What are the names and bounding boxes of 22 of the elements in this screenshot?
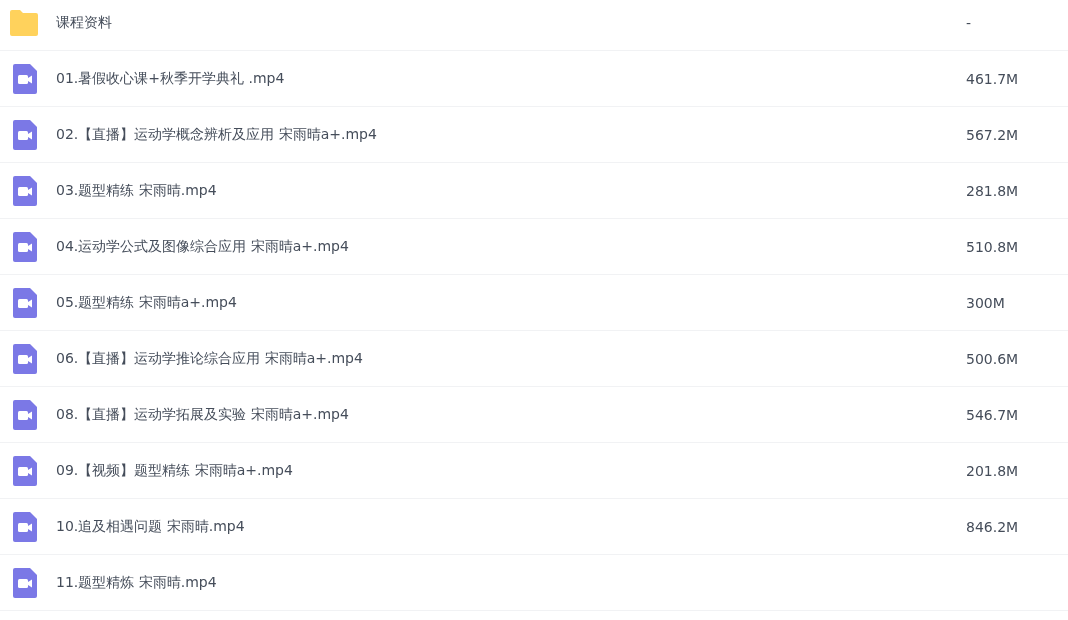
file-name[interactable]: 02.【直播】运动学概念辨析及应用 宋雨晴a+.mp4 — [56, 125, 966, 144]
file-size: 500.6M — [966, 350, 1020, 367]
file-name[interactable]: 10.追及相遇问题 宋雨晴.mp4 — [56, 517, 966, 536]
file-name[interactable]: 04.运动学公式及图像综合应用 宋雨晴a+.mp4 — [56, 237, 966, 256]
file-name[interactable]: 08.【直播】运动学拓展及实验 宋雨晴a+.mp4 — [56, 405, 966, 424]
file-name[interactable]: 课程资料 — [56, 13, 966, 32]
file-size: 846.2M — [966, 518, 1020, 535]
file-size: - — [966, 14, 973, 31]
file-size: 201.8M — [966, 462, 1020, 479]
file-size: 300M — [966, 294, 1006, 311]
folder-icon — [8, 8, 40, 37]
file-size: 510.8M — [966, 238, 1020, 255]
file-name[interactable]: 11.题型精炼 宋雨晴.mp4 — [56, 573, 1068, 592]
file-size: 461.7M — [966, 70, 1020, 87]
file-size: 546.7M — [966, 406, 1020, 423]
file-name[interactable]: 05.题型精练 宋雨晴a+.mp4 — [56, 293, 966, 312]
file-name[interactable]: 06.【直播】运动学推论综合应用 宋雨晴a+.mp4 — [56, 349, 966, 368]
file-name[interactable]: 09.【视频】题型精练 宋雨晴a+.mp4 — [56, 461, 966, 480]
file-size: 281.8M — [966, 182, 1020, 199]
file-size: 567.2M — [966, 126, 1020, 143]
file-name[interactable]: 03.题型精练 宋雨晴.mp4 — [56, 181, 966, 200]
file-name[interactable]: 01.暑假收心课+秋季开学典礼 .mp4 — [56, 69, 966, 88]
